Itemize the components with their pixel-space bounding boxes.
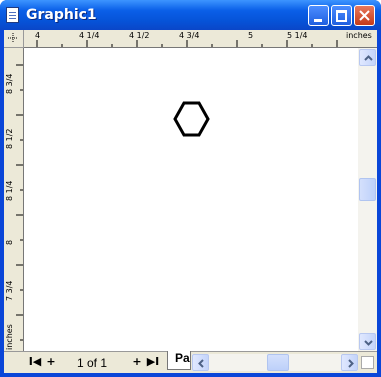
insert-page-before-button[interactable]: + (44, 355, 58, 369)
application-window: Graphic1 4 4 1/4 4 1/2 4 3/4 5 5 1/4 inc… (0, 0, 381, 377)
canvas-svg (173, 101, 210, 137)
scroll-down-button[interactable] (359, 333, 376, 350)
crosshair-icon (8, 33, 18, 43)
horizontal-scroll-thumb[interactable] (267, 354, 289, 371)
ruler-label: 5 (248, 31, 254, 40)
close-button[interactable] (354, 5, 375, 26)
chevron-right-icon (348, 359, 354, 368)
hexagon-shape[interactable] (173, 101, 210, 137)
insert-page-after-button[interactable]: + (130, 355, 144, 369)
page-tab[interactable]: Pa (167, 351, 191, 370)
ruler-label: 8 1/4 (5, 180, 14, 201)
scroll-up-button[interactable] (359, 49, 376, 66)
ruler-label: 4 (35, 31, 41, 40)
chevron-up-icon (364, 55, 373, 61)
horizontal-ruler[interactable]: 4 4 1/4 4 1/2 4 3/4 5 5 1/4 inches (24, 30, 377, 48)
close-icon (359, 10, 370, 21)
last-page-button[interactable]: ▶I (146, 355, 160, 369)
ruler-unit-label: inches (5, 324, 14, 350)
size-grip[interactable] (361, 356, 374, 369)
ruler-label: 8 (5, 239, 14, 245)
ruler-unit-label: inches (346, 31, 372, 40)
ruler-origin-corner[interactable] (4, 30, 24, 48)
ruler-label: 8 1/2 (5, 128, 14, 149)
ruler-label: 7 3/4 (5, 280, 14, 301)
drawing-area: 4 4 1/4 4 1/2 4 3/4 5 5 1/4 inches 8 3/4 (4, 30, 377, 373)
ruler-label: 8 3/4 (5, 73, 14, 94)
first-page-button[interactable]: I◀ (28, 355, 42, 369)
page-count: 1 of 1 (76, 356, 108, 370)
window-title: Graphic1 (26, 7, 97, 23)
ruler-label: 4 1/2 (129, 31, 150, 40)
drawing-canvas[interactable] (24, 48, 358, 351)
ruler-label: 4 1/4 (79, 31, 100, 40)
page-navigation-bar: I◀ + 1 of 1 + ▶I Pa (4, 351, 377, 373)
vertical-ruler[interactable]: 8 3/4 8 1/2 8 1/4 8 7 3/4 inches (4, 48, 24, 351)
title-bar[interactable]: Graphic1 (0, 0, 381, 30)
document-icon (6, 7, 19, 23)
ruler-label: 4 3/4 (179, 31, 200, 40)
scroll-left-button[interactable] (192, 354, 209, 371)
ruler-label: 5 1/4 (287, 31, 308, 40)
vertical-scroll-thumb[interactable] (359, 178, 376, 201)
scroll-right-button[interactable] (341, 354, 358, 371)
ruler-ticks (36, 40, 338, 47)
maximize-button[interactable] (331, 5, 352, 26)
horizontal-scrollbar[interactable] (192, 354, 358, 371)
chevron-down-icon (364, 340, 373, 346)
minimize-button[interactable] (308, 5, 329, 26)
chevron-left-icon (198, 359, 204, 368)
vertical-scrollbar[interactable] (358, 48, 377, 351)
